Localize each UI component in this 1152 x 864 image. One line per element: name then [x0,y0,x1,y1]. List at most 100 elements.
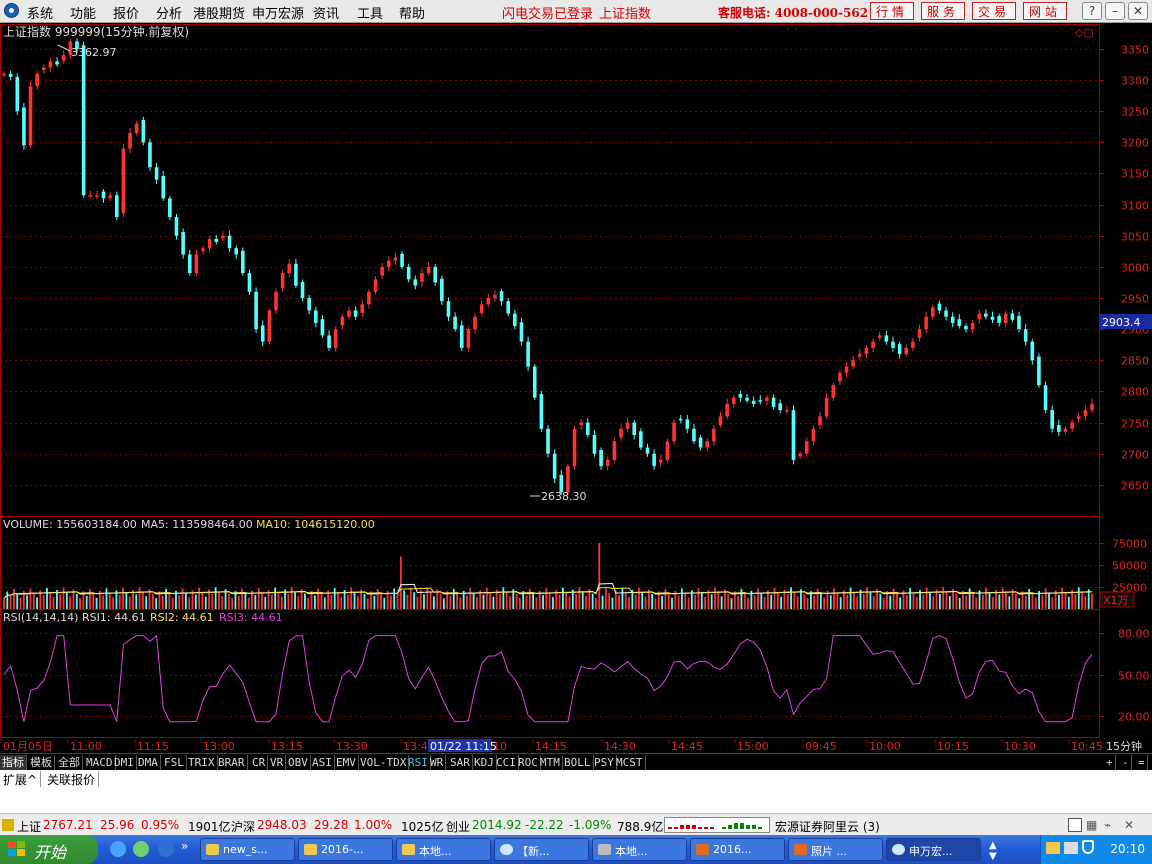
indicator-tab-全部[interactable]: 全部 [56,755,83,770]
task-photos[interactable]: 照片 ... [788,838,883,861]
tab-related-quotes[interactable]: 关联报价 [44,771,100,788]
zoom-out-icon[interactable]: - [1120,755,1132,770]
signal-icon[interactable]: ⌁ [1104,818,1111,832]
equalize-icon[interactable]: = [1136,755,1148,770]
trade-button[interactable]: 交易 [972,2,1016,20]
menu-tools[interactable]: 工具 [357,3,383,22]
candle-body [61,55,66,61]
candle-body [831,385,836,398]
indicator-tab-macd[interactable]: MACD [84,755,116,770]
task-new-s[interactable]: new_s... [200,838,295,861]
candle-body [446,301,451,317]
network-tray-icon[interactable] [1064,842,1078,854]
close-icon[interactable]: ✕ [1128,2,1148,20]
candle-body [360,304,365,313]
cy-label: 创业 [446,820,471,834]
menu-swhy[interactable]: 申万宏源 [252,3,304,22]
candle-body [194,254,199,274]
indicator-tab-asi[interactable]: ASI [310,755,335,770]
volume-bar [687,597,690,609]
candle-body [937,303,942,311]
candle-body [108,195,112,199]
indicator-tab-dmi[interactable]: DMI [112,755,137,770]
time-axis-label: 13:00 [203,740,235,753]
lock-icon[interactable] [2,819,14,831]
minimize-icon[interactable]: – [1105,2,1125,20]
folder-tray-icon[interactable] [1046,842,1060,854]
candle-body [8,73,13,77]
menu-system[interactable]: 系统 [27,3,53,22]
calculator-icon[interactable]: ▦ [1086,818,1097,832]
indicator-tab-mcst[interactable]: MCST [614,755,646,770]
indicator-tab-fsl[interactable]: FSL [162,755,187,770]
candle-body [672,422,676,442]
volume-bar [340,596,343,609]
volume-ma10: MA10: 104615120.00 [256,518,375,531]
index-link[interactable]: 上证指数 [599,3,651,22]
task-local-1[interactable]: 本地... [396,838,491,861]
server-name[interactable]: 宏源证券阿里云 (3) [775,818,880,835]
flash-trade-status[interactable]: 闪电交易已登录 [502,3,593,22]
period-label[interactable]: 15分钟 [1106,739,1142,753]
chart-options-icon[interactable]: ◇▢ [1075,26,1094,39]
volume-bar [1074,594,1077,609]
volume-bar [393,588,396,609]
menu-news[interactable]: 资讯 [313,3,339,22]
task-local-2[interactable]: 本地... [592,838,687,861]
indicator-tab-emv[interactable]: EMV [334,755,359,770]
indicator-tab-vol-tdx[interactable]: VOL-TDX [358,755,410,770]
volume-bar [641,592,644,609]
indicator-tab-模板[interactable]: 模板 [28,755,55,770]
candle-body [612,441,617,460]
extension-tab-bar: 扩展^ 关联报价 [0,770,1152,788]
indicator-tab-指标[interactable]: 指标 [0,755,27,770]
chart-area[interactable]: 3350330032503200315031003050300029502900… [0,22,1152,739]
candle-body [88,195,93,197]
tab-expand[interactable]: 扩展^ [0,771,42,788]
app-logo-icon[interactable] [4,3,19,18]
volume-bar [568,596,571,609]
start-button[interactable]: 开始 [0,835,98,864]
candle-body [1070,422,1074,429]
menu-help[interactable]: 帮助 [399,3,425,22]
indicator-tab-brar[interactable]: BRAR [216,755,248,770]
settings-icon[interactable]: ✕ [1124,818,1134,832]
shield-tray-icon[interactable] [1082,840,1094,854]
indicator-tab-vr[interactable]: VR [268,755,287,770]
volume-bar [869,591,872,609]
indicator-tab-trix[interactable]: TRIX [186,755,218,770]
candle-body [114,195,119,218]
volume-bar [532,593,535,609]
time-axis-label: 13:30 [336,740,368,753]
task-swhy[interactable]: 申万宏... [886,838,981,861]
task-2016-ppt[interactable]: 2016... [690,838,785,861]
menu-function[interactable]: 功能 [70,3,96,22]
ie-icon[interactable] [110,841,126,857]
quicklaunch-more-icon[interactable]: » [181,839,191,855]
volume-bar [201,592,204,609]
zoom-in-icon[interactable]: + [1104,755,1116,770]
indicator-tab-boll[interactable]: BOLL [562,755,594,770]
volume-bar [509,596,511,609]
indicator-tab-sar[interactable]: SAR [448,755,473,770]
window-icon[interactable] [1068,818,1082,832]
menu-hk-futures[interactable]: 港股期货 [193,3,245,22]
task-2016-folder[interactable]: 2016-... [298,838,393,861]
help-circle-icon[interactable]: ? [1082,2,1102,20]
indicator-tab-wr[interactable]: WR [428,755,447,770]
browser-icon[interactable] [133,841,149,857]
indicator-tab-dma[interactable]: DMA [136,755,161,770]
website-button[interactable]: 网站 [1023,2,1067,20]
price-tick-label: 2850 [1121,355,1149,368]
taskbar-scroll-icon[interactable]: ▲ ▼ [989,840,997,862]
indicator-tab-cr[interactable]: CR [250,755,269,770]
candle-body [453,316,457,330]
menu-quote[interactable]: 报价 [113,3,139,22]
service-button[interactable]: 服务 [921,2,965,20]
task-news[interactable]: 【新... [494,838,589,861]
indicator-tab-mtm[interactable]: MTM [538,755,563,770]
menu-analysis[interactable]: 分析 [156,3,182,22]
market-button[interactable]: 行情 [870,2,914,20]
desktop-icon[interactable] [158,841,174,857]
indicator-tab-obv[interactable]: OBV [286,755,311,770]
